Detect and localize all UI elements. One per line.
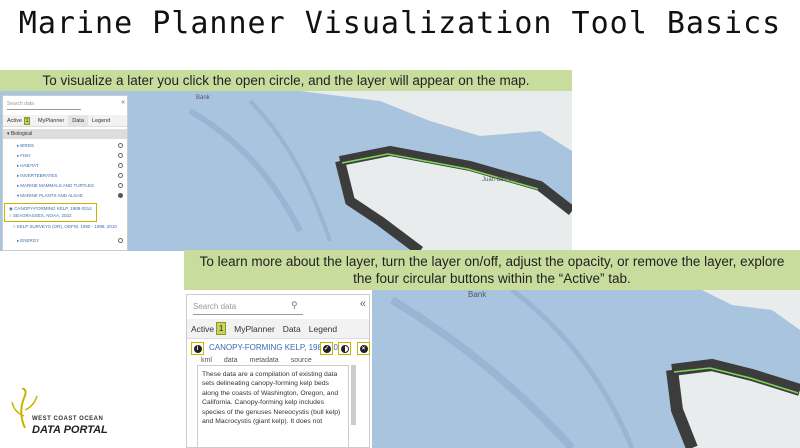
collapse-panel-icon[interactable]: «: [121, 99, 125, 106]
toggle-layer-button[interactable]: ✓: [320, 342, 333, 355]
highlighted-layers-box: ◉ CANOPY-FORMING KELP, 1989-2014 ○ SEAGR…: [4, 203, 97, 222]
tab-data[interactable]: Data: [68, 115, 88, 126]
section-label: Biological: [10, 131, 33, 137]
toggle-circle-icon[interactable]: [118, 183, 123, 188]
checkmark-icon: ✓: [322, 344, 331, 353]
search-input[interactable]: Search data: [193, 299, 303, 315]
layer-panel-large: Search data ⚲ « Active 1 MyPlanner Data L…: [186, 294, 370, 448]
layer-subtabs: kml data metadata source: [201, 357, 324, 364]
banner-line-2: the four circular buttons within the “Ac…: [353, 271, 631, 286]
kelp-logo-icon: [11, 388, 38, 428]
panel-tabs: Active 1 MyPlanner Data Legend: [187, 319, 369, 339]
section-biological[interactable]: ▾ Biological: [3, 129, 127, 139]
active-count-badge: 1: [23, 116, 30, 125]
map-view-bottom[interactable]: Bank: [372, 290, 800, 448]
map-graphic: [389, 290, 800, 448]
list-item-label: ENERGY: [20, 238, 40, 243]
layer-item-label: CANOPY-FORMING KELP, 1989-2014: [14, 206, 92, 211]
search-icon[interactable]: ⚲: [291, 300, 298, 311]
scrollbar[interactable]: [351, 365, 356, 425]
subtab-data[interactable]: data: [224, 357, 238, 364]
list-item[interactable]: ○KELP SURVEYS (OR), ODFW, 1990 - 1999, 2…: [3, 222, 127, 232]
toggle-circle-icon[interactable]: [118, 153, 123, 158]
toggle-circle-icon[interactable]: [118, 143, 123, 148]
list-item[interactable]: ▸FISH: [3, 151, 127, 161]
opacity-icon: [340, 344, 349, 353]
remove-layer-button[interactable]: ×: [357, 342, 370, 355]
toggle-circle-icon[interactable]: [118, 173, 123, 178]
logo-line-2: DATA PORTAL: [32, 424, 108, 436]
panel-tabs: Active 1 MyPlanner Data Legend: [3, 115, 127, 127]
layer-item[interactable]: ○ SEAGRASSES, NOAA, 2022: [9, 213, 72, 218]
instruction-banner-bottom: To learn more about the layer, turn the …: [184, 250, 800, 290]
tab-active-label: Active: [7, 117, 22, 124]
search-input[interactable]: Search data: [7, 100, 81, 110]
page-title: Marine Planner Visualization Tool Basics: [18, 6, 782, 41]
toggle-circle-icon[interactable]: [118, 163, 123, 168]
list-item-label: KELP SURVEYS (OR), ODFW, 1990 - 1999, 20…: [16, 224, 117, 229]
map-label-bank: Bank: [196, 95, 210, 101]
info-icon: i: [193, 344, 202, 353]
map-label-sound: Juan de Fuca: [482, 177, 519, 183]
tab-active-label: Active: [191, 323, 215, 334]
toggle-circle-icon[interactable]: [118, 238, 123, 243]
banner-line-1: To learn more about the layer, turn the …: [199, 254, 785, 269]
layer-item-label: SEAGRASSES, NOAA, 2022: [12, 213, 72, 218]
layer-item[interactable]: ◉ CANOPY-FORMING KELP, 1989-2014: [9, 206, 92, 212]
list-item[interactable]: ▾MARINE PLANTS AND ALGAE: [3, 191, 127, 201]
subtab-kml[interactable]: kml: [201, 357, 212, 364]
list-item[interactable]: ▸BIRDS: [3, 141, 127, 151]
close-icon: ×: [359, 344, 368, 353]
subtab-metadata[interactable]: metadata: [250, 357, 279, 364]
list-item-label: BIRDS: [20, 143, 35, 148]
tab-myplanner[interactable]: MyPlanner: [230, 319, 279, 338]
subtab-source[interactable]: source: [291, 357, 312, 364]
collapse-panel-icon[interactable]: «: [360, 298, 366, 310]
list-item[interactable]: ▸HABITAT: [3, 161, 127, 171]
active-count-badge: 1: [216, 322, 227, 335]
tab-myplanner[interactable]: MyPlanner: [34, 115, 68, 126]
toggle-circle-checked-icon[interactable]: [118, 193, 123, 198]
tab-active[interactable]: Active 1: [187, 319, 230, 338]
list-item-label: MARINE PLANTS AND ALGAE: [20, 193, 84, 198]
opacity-button[interactable]: [338, 342, 351, 355]
logo-line-1: WEST COAST OCEAN: [32, 416, 104, 422]
tab-active[interactable]: Active 1: [3, 115, 34, 126]
list-item[interactable]: ▸ENERGY: [3, 236, 127, 246]
layer-panel-small: Search data « Active 1 MyPlanner Data Leg…: [2, 95, 128, 251]
list-item-label: FISH: [20, 153, 31, 158]
portal-logo: WEST COAST OCEAN DATA PORTAL: [10, 384, 120, 444]
tab-legend[interactable]: Legend: [305, 319, 341, 338]
list-item[interactable]: ▸MARINE MAMMALS AND TURTLES: [3, 181, 127, 191]
info-button[interactable]: i: [191, 342, 204, 355]
map-label-bank: Bank: [468, 290, 487, 299]
list-item-label: MARINE MAMMALS AND TURTLES: [20, 183, 94, 188]
list-item[interactable]: ▸INVERTEBRATES: [3, 171, 127, 181]
list-item-label: INVERTEBRATES: [20, 173, 58, 178]
list-item-label: HABITAT: [20, 163, 39, 168]
instruction-banner-top: To visualize a later you click the open …: [0, 70, 572, 91]
layer-description: These data are a compilation of existing…: [197, 365, 349, 448]
tab-legend[interactable]: Legend: [88, 115, 114, 126]
tab-data[interactable]: Data: [279, 319, 305, 338]
